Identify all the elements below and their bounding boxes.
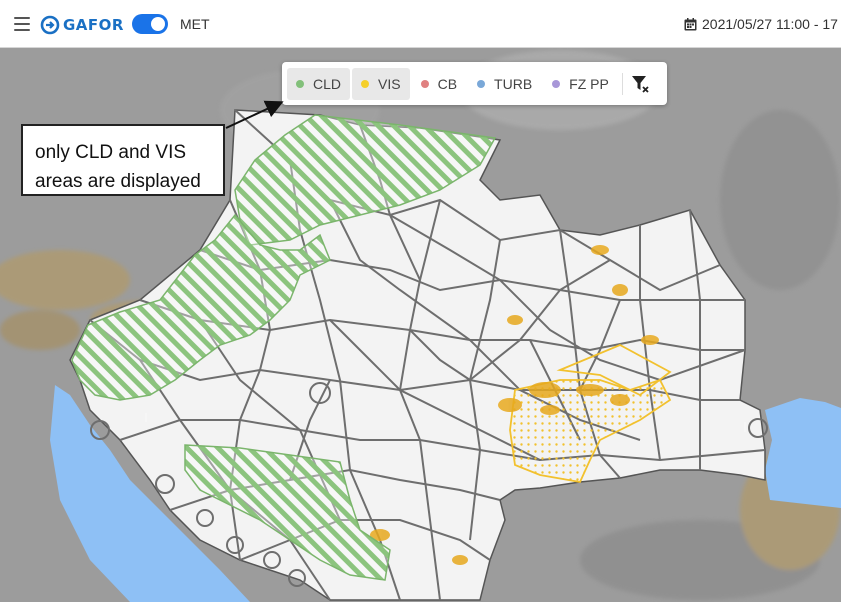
annotation-line-2: areas are displayed: [35, 171, 201, 192]
clear-filter-button[interactable]: [629, 72, 653, 96]
met-toggle-label: MET: [180, 16, 210, 32]
calendar-icon: [684, 17, 697, 30]
datetime-text: 2021/05/27 11:00 - 17: [702, 16, 838, 32]
black-sea: [765, 398, 841, 508]
filter-vis-label: VIS: [378, 75, 401, 92]
filter-cld[interactable]: CLD: [287, 67, 351, 100]
layer-filter-bar: CLD VIS CB TURB FZ PP: [282, 62, 667, 105]
legend-divider: [621, 72, 623, 95]
turb-dot-icon: [477, 79, 486, 88]
filter-cb-label: CB: [437, 75, 458, 92]
logo-text: GAFOR: [63, 16, 124, 34]
top-bar: GAFOR MET 2021/05/27 11:00 - 17: [0, 0, 841, 48]
cld-dot-icon: [296, 79, 304, 88]
gafor-logo[interactable]: GAFOR: [40, 13, 124, 37]
filter-clear-icon: [631, 75, 649, 93]
cb-dot-icon: [420, 79, 429, 88]
met-toggle[interactable]: [132, 14, 168, 34]
vis-dot-icon: [361, 79, 370, 88]
hamburger-menu-icon[interactable]: [14, 17, 30, 31]
filter-cb[interactable]: CB: [412, 68, 466, 100]
filter-fzpp[interactable]: FZ PP: [543, 68, 618, 100]
filter-fzpp-label: FZ PP: [569, 75, 609, 92]
gafor-logo-icon: [40, 15, 60, 35]
filter-cld-label: CLD: [313, 75, 342, 92]
datetime-selector[interactable]: 2021/05/27 11:00 - 17: [684, 16, 838, 32]
filter-turb[interactable]: TURB: [468, 68, 541, 100]
toggle-knob: [151, 17, 165, 31]
fzpp-dot-icon: [552, 79, 561, 88]
annotation-callout: only CLD and VIS areas are displayed: [21, 124, 225, 196]
filter-vis[interactable]: VIS: [352, 67, 410, 100]
filter-turb-label: TURB: [494, 75, 533, 92]
annotation-line-1: only CLD and VIS: [35, 142, 187, 163]
